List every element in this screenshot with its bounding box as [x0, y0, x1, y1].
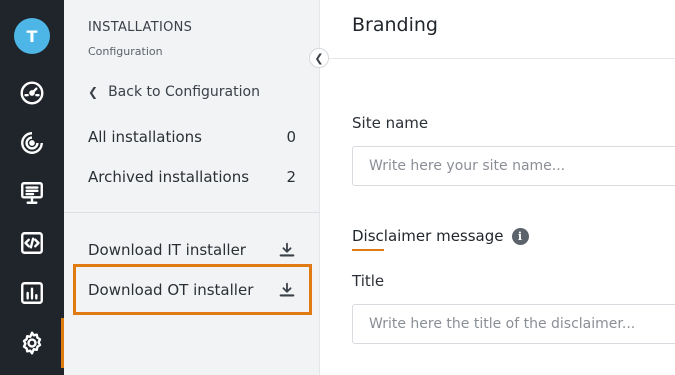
icon-rail: T — [0, 0, 64, 375]
installations-subnav: INSTALLATIONS Configuration ❮ Back to Co… — [64, 0, 320, 375]
code-file-icon[interactable] — [0, 218, 64, 268]
download-label: Download IT installer — [88, 241, 246, 259]
download-it-installer-button[interactable]: Download IT installer — [88, 234, 296, 266]
nav-item-all-installations[interactable]: All installations 0 — [88, 128, 296, 146]
avatar[interactable]: T — [14, 18, 50, 54]
highlight-frame — [73, 264, 312, 315]
nav-item-archived-installations[interactable]: Archived installations 2 — [88, 168, 296, 186]
speedometer-icon[interactable] — [0, 68, 64, 118]
nav-item-label: All installations — [88, 128, 203, 146]
section-underline — [352, 249, 384, 251]
disclaimer-section-title: Disclaimer message i — [352, 227, 529, 245]
download-icon — [279, 242, 295, 257]
subnav-title: INSTALLATIONS — [88, 20, 193, 35]
subnav-divider — [64, 212, 319, 213]
disclaimer-title-input[interactable] — [352, 304, 675, 344]
collapse-sidebar-button[interactable]: ❮ — [309, 48, 329, 68]
nav-item-label: Archived installations — [88, 168, 250, 186]
monitor-icon[interactable] — [0, 168, 64, 218]
site-name-label: Site name — [352, 114, 429, 132]
nav-item-count: 0 — [286, 128, 296, 146]
gear-icon[interactable] — [0, 318, 64, 368]
nav-item-count: 2 — [286, 168, 296, 186]
back-label: Back to Configuration — [108, 84, 260, 100]
info-icon[interactable]: i — [511, 227, 529, 245]
site-name-input[interactable] — [352, 146, 675, 186]
chevron-left-icon: ❮ — [314, 51, 324, 65]
disclaimer-title-text: Disclaimer message — [352, 227, 504, 245]
radar-icon[interactable] — [0, 118, 64, 168]
header-divider — [321, 58, 675, 59]
chevron-left-icon: ❮ — [88, 85, 99, 99]
back-to-configuration-link[interactable]: ❮ Back to Configuration — [88, 84, 260, 100]
disclaimer-title-label: Title — [352, 272, 385, 290]
subnav-subtitle: Configuration — [88, 45, 163, 58]
branding-panel: Branding Site name Disclaimer message i … — [321, 0, 675, 375]
page-title: Branding — [352, 14, 438, 36]
bar-chart-icon[interactable] — [0, 268, 64, 318]
